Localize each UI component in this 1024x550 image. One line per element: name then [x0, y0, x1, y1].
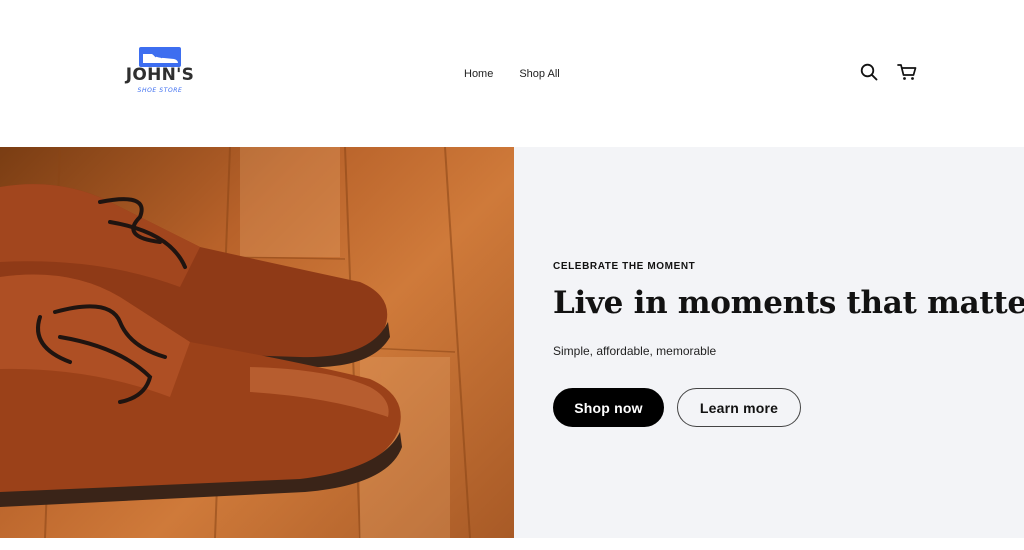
cart-icon — [897, 64, 917, 80]
hero-headline: Live in moments that matter — [553, 285, 1024, 321]
brand-tagline: SHOE STORE — [137, 87, 183, 94]
search-button[interactable] — [858, 61, 880, 83]
learn-more-button[interactable]: Learn more — [677, 388, 801, 427]
hero-subtext: Simple, affordable, memorable — [553, 344, 717, 358]
main-nav: Home Shop All — [464, 66, 560, 82]
page-bottom-divider — [0, 538, 1024, 550]
shop-now-button[interactable]: Shop now — [553, 388, 664, 427]
store-logo[interactable]: JOHN'S SHOE STORE — [122, 46, 198, 98]
nav-item-shop-all[interactable]: Shop All — [519, 66, 559, 82]
hero-banner: CELEBRATE THE MOMENT Live in moments tha… — [0, 147, 1024, 538]
brand-name: JOHN'S — [125, 65, 195, 85]
cart-button[interactable] — [896, 61, 918, 83]
site-header: JOHN'S SHOE STORE Home Shop All — [0, 0, 1024, 147]
search-icon — [860, 63, 878, 81]
hero-eyebrow: CELEBRATE THE MOMENT — [553, 261, 696, 272]
nav-item-home[interactable]: Home — [464, 66, 493, 82]
hero-content-panel: CELEBRATE THE MOMENT Live in moments tha… — [514, 147, 1024, 538]
hero-image — [0, 147, 514, 538]
shoes-illustration — [0, 147, 471, 538]
